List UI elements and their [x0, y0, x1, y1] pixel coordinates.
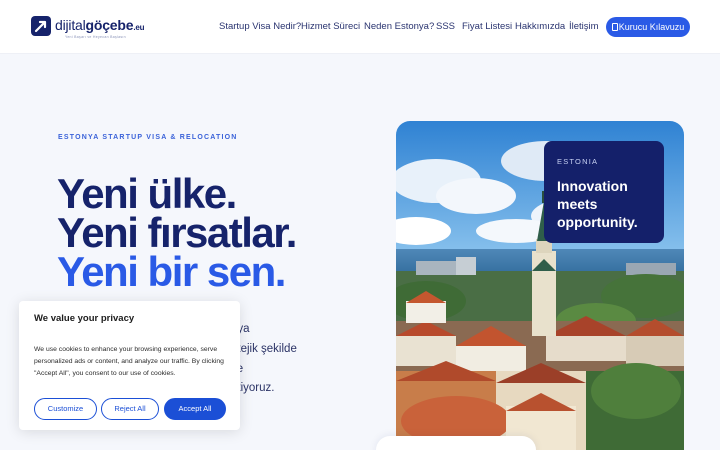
nav-sss[interactable]: SSS [436, 21, 455, 32]
hero-headline-line-3: Yeni bir sen. [57, 248, 286, 295]
nav-iletisim[interactable]: İletişim [569, 21, 599, 32]
hero-paragraph-line-2: atejik şekilde [231, 343, 297, 355]
cookie-customize-button[interactable]: Customize [34, 398, 97, 420]
nav-neden-estonya[interactable]: Neden Estonya? [364, 21, 434, 32]
founder-guide-button[interactable]: Kurucu Kılavuzu [606, 17, 690, 37]
logo-main: göçebe [85, 17, 134, 33]
logo-arrow-icon [31, 16, 51, 36]
nav-fiyat-listesi[interactable]: Fiyat Listesi [462, 21, 512, 32]
cookie-description: We use cookies to enhance your browsing … [34, 346, 224, 377]
logo-suffix: .eu [133, 23, 145, 32]
founder-guide-label: Kurucu Kılavuzu [618, 22, 685, 32]
nav-hizmet-sureci[interactable]: Hizmet Süreci [301, 21, 360, 32]
nav-hakkimizda[interactable]: Hakkımızda [515, 21, 565, 32]
cookie-consent-banner: We value your privacy We use cookies to … [19, 301, 240, 430]
logo-tagline: Yeni Başarı ve Heyecan Başlasın [65, 35, 126, 39]
cookie-title: We value your privacy [34, 313, 135, 324]
badge-title: Innovation meets opportunity. [557, 178, 638, 230]
logo-wordmark: dijitalgöçebe.eu [55, 17, 145, 33]
site-logo[interactable]: dijitalgöçebe.eu Yeni Başarı ve Heyecan … [31, 16, 161, 40]
bottom-floating-card [376, 436, 536, 450]
estonia-badge: ESTONIA Innovation meets opportunity. [544, 141, 664, 243]
book-icon [611, 23, 618, 31]
site-header: dijitalgöçebe.eu Yeni Başarı ve Heyecan … [0, 0, 720, 54]
cookie-reject-all-button[interactable]: Reject All [101, 398, 159, 420]
badge-eyebrow: ESTONIA [557, 157, 599, 166]
hero-eyebrow: ESTONYA STARTUP VISA & RELOCATION [58, 134, 238, 141]
cookie-accept-all-button[interactable]: Accept All [164, 398, 226, 420]
logo-prefix: dijital [55, 17, 86, 33]
nav-startup-visa[interactable]: Startup Visa Nedir? [219, 21, 301, 32]
